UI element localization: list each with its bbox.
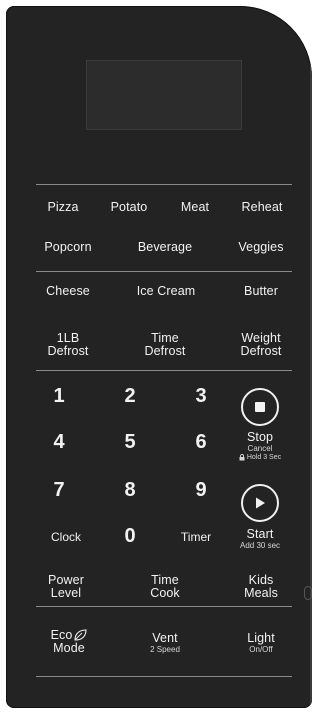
key-9-label: 9 [195, 478, 207, 501]
beverage-label: Beverage [137, 240, 193, 255]
lock-icon [239, 453, 245, 461]
time-defrost-line2: Defrost [144, 344, 186, 358]
key-6-label: 6 [195, 430, 207, 453]
stop-square-icon [255, 402, 265, 412]
power-level-button[interactable]: Power Level [36, 572, 96, 602]
stop-label-group: Stop Cancel Hold 3 Sec [226, 428, 294, 464]
time-defrost-button[interactable]: Time Defrost [130, 330, 200, 360]
stop-hold-row: Hold 3 Sec [239, 454, 281, 461]
light-button[interactable]: Light On/Off [228, 628, 294, 658]
potato-button[interactable]: Potato [102, 198, 156, 218]
clock-button[interactable]: Clock [36, 526, 96, 548]
divider-bottom-2 [36, 676, 292, 677]
key-1-label: 1 [53, 384, 65, 407]
veggies-button[interactable]: Veggies [228, 238, 294, 258]
stop-hold-label: Hold 3 Sec [246, 453, 282, 461]
meat-button[interactable]: Meat [168, 198, 222, 218]
key-3-label: 3 [195, 384, 207, 407]
key-8-label: 8 [124, 478, 136, 501]
panel-edge [310, 6, 312, 708]
key-0-label: 0 [124, 524, 136, 547]
stop-button[interactable] [241, 388, 279, 426]
play-triangle-icon [256, 497, 265, 509]
key-9[interactable]: 9 [186, 476, 216, 504]
key-6[interactable]: 6 [186, 428, 216, 456]
butter-button[interactable]: Butter [230, 282, 292, 302]
key-7-label: 7 [53, 478, 65, 501]
cheese-button[interactable]: Cheese [36, 282, 100, 302]
kids-line2: Meals [244, 586, 278, 600]
start-label: Start [246, 526, 274, 541]
weight-defrost-button[interactable]: Weight Defrost [228, 330, 294, 360]
ice-cream-button[interactable]: Ice Cream [126, 282, 206, 302]
key-3[interactable]: 3 [186, 382, 216, 410]
timer-label: Timer [180, 529, 212, 544]
stop-cancel-label: Cancel [247, 444, 273, 454]
weight-defrost-line2: Defrost [240, 344, 282, 358]
timer-button[interactable]: Timer [168, 526, 224, 548]
1lb-defrost-button[interactable]: 1LB Defrost [36, 330, 100, 360]
start-label-group: Start Add 30 sec [226, 524, 294, 554]
clock-label: Clock [50, 529, 81, 544]
microwave-control-panel: Pizza Potato Meat Reheat Popcorn Beverag… [6, 6, 312, 708]
butter-label: Butter [244, 284, 278, 299]
1lb-defrost-line2: Defrost [47, 344, 89, 358]
divider-presets [36, 271, 292, 272]
reheat-label: Reheat [241, 200, 283, 215]
meat-label: Meat [180, 200, 210, 215]
popcorn-button[interactable]: Popcorn [36, 238, 100, 258]
time-cook-button[interactable]: Time Cook [130, 572, 200, 602]
pizza-button[interactable]: Pizza [36, 198, 90, 218]
key-4-label: 4 [53, 430, 65, 453]
cheese-label: Cheese [46, 284, 90, 299]
key-0[interactable]: 0 [115, 522, 145, 550]
key-4[interactable]: 4 [44, 428, 74, 456]
key-5-label: 5 [124, 430, 136, 453]
start-button[interactable] [241, 484, 279, 522]
reheat-button[interactable]: Reheat [232, 198, 292, 218]
eco-line2: Mode [53, 641, 85, 655]
divider-defrost [36, 370, 292, 371]
divider-top [36, 184, 292, 185]
time-cook-line2: Cook [150, 586, 180, 600]
light-onoff-label: On/Off [249, 644, 273, 654]
pizza-label: Pizza [47, 200, 79, 215]
popcorn-label: Popcorn [44, 240, 92, 255]
power-line2: Level [50, 586, 82, 600]
key-7[interactable]: 7 [44, 476, 74, 504]
potato-label: Potato [110, 200, 148, 215]
side-indicator [304, 586, 312, 600]
key-8[interactable]: 8 [115, 476, 145, 504]
vent-2-speed-label: 2 Speed [150, 644, 180, 654]
stop-label: Stop [246, 430, 274, 445]
vent-button[interactable]: Vent 2 Speed [130, 628, 200, 658]
start-add-30-label: Add 30 sec [239, 540, 281, 550]
beverage-button[interactable]: Beverage [130, 238, 200, 258]
light-label: Light [247, 630, 275, 645]
vent-label: Vent [152, 630, 178, 645]
key-1[interactable]: 1 [44, 382, 74, 410]
key-2-label: 2 [124, 384, 136, 407]
veggies-label: Veggies [238, 240, 284, 255]
kids-meals-button[interactable]: Kids Meals [228, 572, 294, 602]
ice-cream-label: Ice Cream [136, 284, 196, 299]
lcd-display [86, 60, 242, 130]
divider-bottom-1 [36, 606, 292, 607]
leaf-icon [74, 629, 87, 641]
key-2[interactable]: 2 [115, 382, 145, 410]
key-5[interactable]: 5 [115, 428, 145, 456]
eco-mode-button[interactable]: Eco Mode [36, 626, 102, 658]
